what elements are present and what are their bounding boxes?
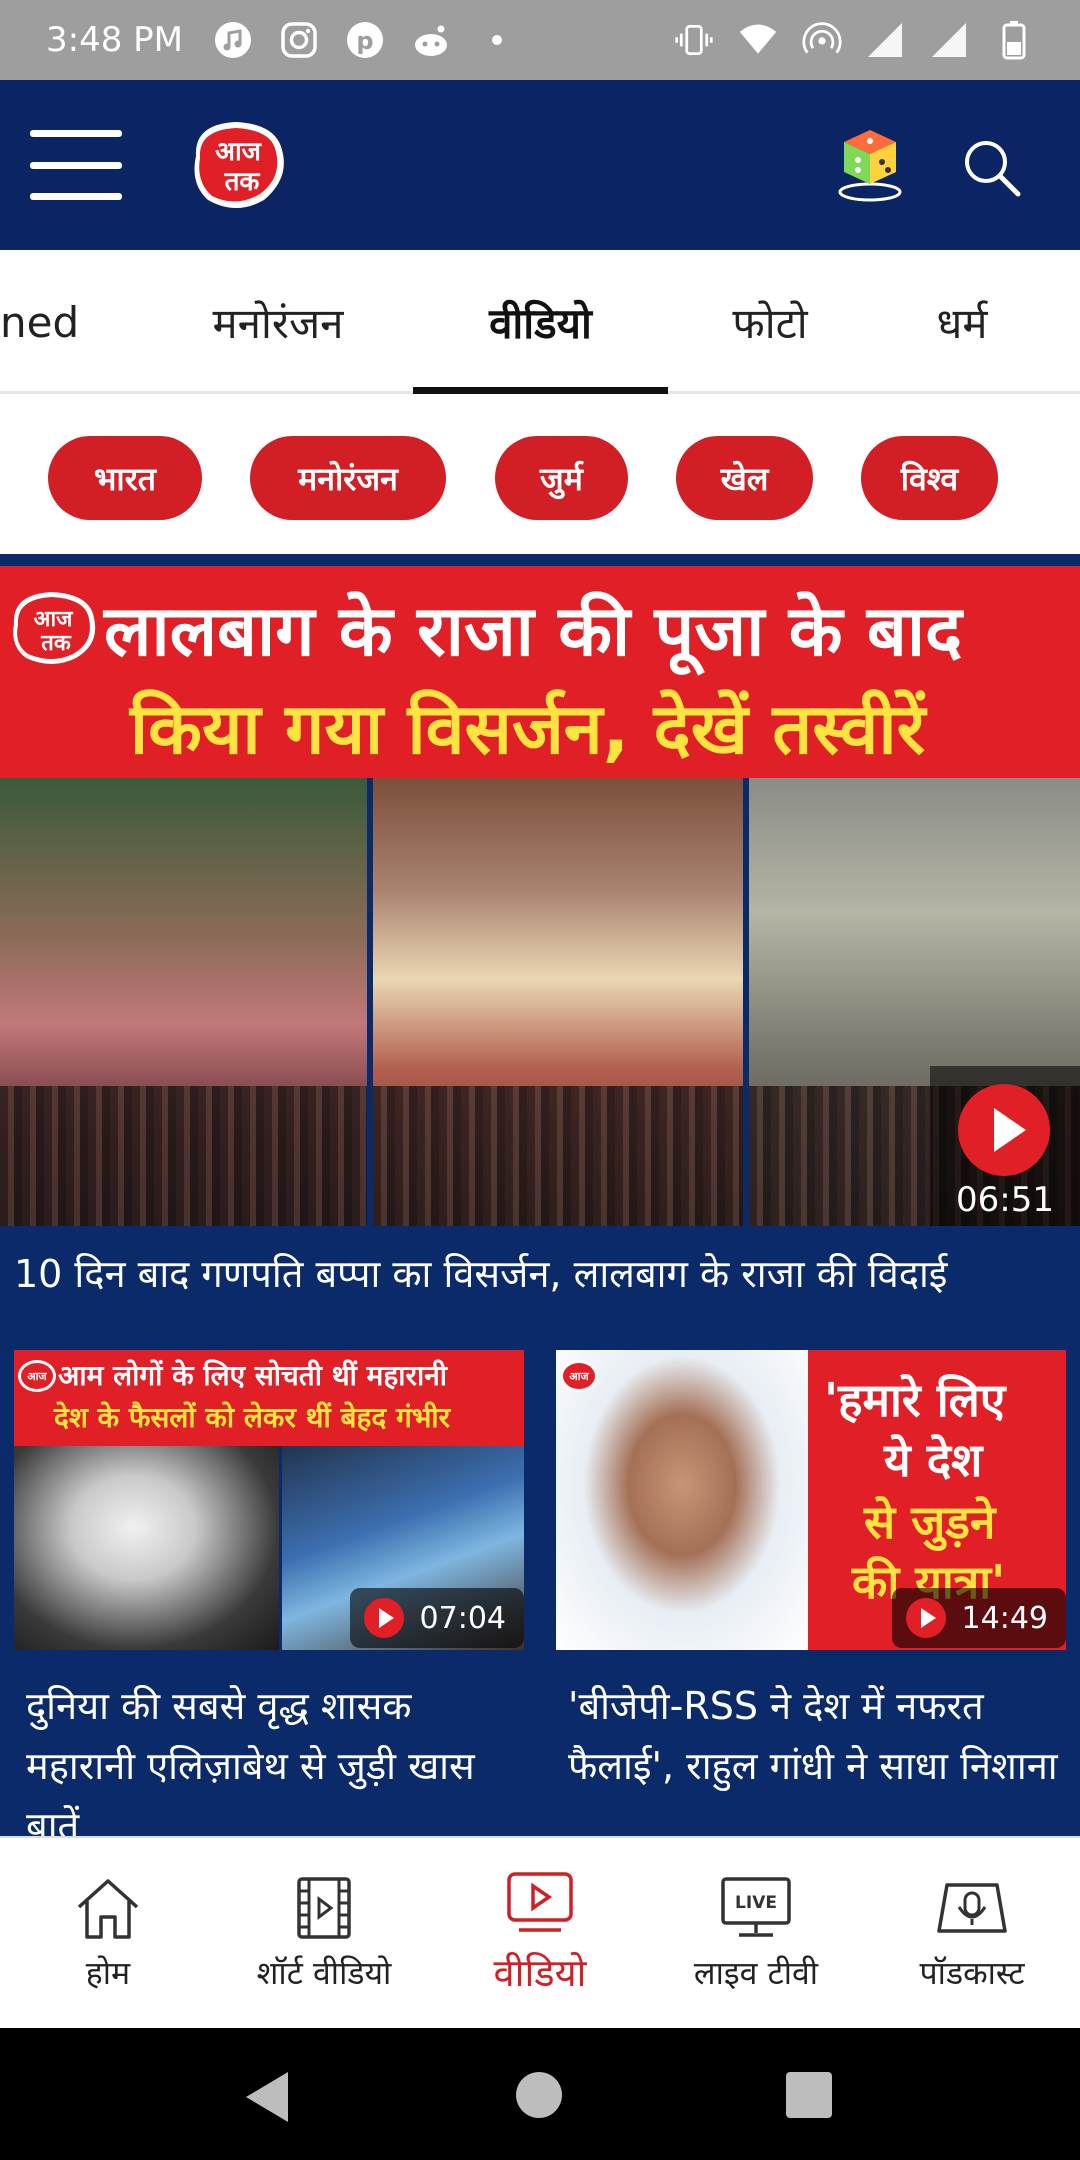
nav-podcast-label: पॉडकास्ट	[919, 1953, 1025, 1992]
status-bar: 3:48 PM p	[0, 0, 1080, 80]
wifi-icon	[738, 20, 778, 60]
aajtak-logo-mini: आज	[558, 1358, 600, 1394]
live-tv-icon: LIVE	[721, 1876, 791, 1937]
duration-badge: 07:04	[349, 1588, 524, 1648]
nav-live-tv[interactable]: LIVE लाइव टीवी	[648, 1838, 864, 2030]
aajtak-logo-small: आज तक	[6, 588, 102, 666]
svg-text:आज: आज	[215, 137, 263, 167]
tab-entertainment[interactable]: मनोरंजन	[190, 250, 366, 394]
video-title[interactable]: 'बीजेपी-RSS ने देश में नफरत फैलाई', राहु…	[568, 1676, 1064, 1796]
feature-duration: 06:51	[956, 1180, 1054, 1220]
featured-video[interactable]: आज तक लालबाग के राजा की पूजा के बाद किया…	[0, 566, 1080, 1226]
video-thumbnail[interactable]: आज आम लोगों के लिए सोचती थीं महारानी देश…	[14, 1350, 524, 1650]
chip-sports[interactable]: खेल	[676, 436, 813, 520]
thumb-headline-1: आम लोगों के लिए सोचती थीं महारानी	[58, 1359, 448, 1392]
chip-india[interactable]: भारत	[48, 436, 202, 520]
chip-world[interactable]: विश्व	[861, 436, 998, 520]
tab-religion[interactable]: धर्म	[920, 250, 1004, 394]
thumb-quote-3: से जुड़ने	[864, 1495, 996, 1549]
speaker-photo	[556, 1350, 808, 1650]
bottom-navigation: होम शॉर्ट वीडियो वीडियो LIVE लाइव टीवी प…	[0, 1836, 1080, 2028]
feature-banner: आज तक लालबाग के राजा की पूजा के बाद किया…	[0, 566, 1080, 778]
thumb-quote-1: 'हमारे लिए	[824, 1373, 1006, 1427]
video-card[interactable]: आज 'हमारे लिए ये देश से जुड़ने की यात्रा…	[556, 1350, 1066, 1830]
duration-text: 07:04	[419, 1600, 506, 1636]
status-time: 3:48 PM	[46, 20, 183, 60]
nav-home-label: होम	[85, 1953, 131, 1992]
play-icon	[363, 1598, 404, 1638]
category-tabs: ned मनोरंजन वीडियो फोटो धर्म	[0, 250, 1080, 394]
subcategory-chips: भारत मनोरंजन जुर्म खेल विश्व	[0, 394, 1080, 554]
nav-live-tv-label: लाइव टीवी	[693, 1953, 819, 1992]
feature-photo-2	[373, 778, 743, 1226]
home-icon	[77, 1878, 139, 1939]
podcast-icon	[937, 1882, 1007, 1933]
recents-icon[interactable]	[786, 2072, 832, 2118]
nav-home[interactable]: होम	[0, 1838, 216, 2030]
system-navigation-bar	[0, 2028, 1080, 2160]
queen-photo-bw	[14, 1446, 279, 1650]
feature-caption[interactable]: 10 दिन बाद गणपति बप्पा का विसर्जन, लालबा…	[14, 1250, 1074, 1299]
short-video-icon	[297, 1876, 351, 1939]
play-icon	[905, 1598, 946, 1638]
home-button-icon[interactable]	[516, 2072, 562, 2118]
thumb-quote-2: ये देश	[884, 1433, 983, 1487]
nav-podcast[interactable]: पॉडकास्ट	[864, 1838, 1080, 2030]
play-icon[interactable]	[958, 1084, 1050, 1176]
signal-2-icon	[930, 20, 970, 60]
chip-crime[interactable]: जुर्म	[495, 436, 628, 520]
dot-icon	[477, 20, 517, 60]
tab-photo[interactable]: फोटो	[712, 250, 828, 394]
vibrate-icon	[674, 20, 714, 60]
video-thumbnail[interactable]: आज 'हमारे लिए ये देश से जुड़ने की यात्रा…	[556, 1350, 1066, 1650]
app-header: आज तक	[0, 80, 1080, 250]
aajtak-logo-mini: आज	[16, 1358, 58, 1394]
svg-text:तक: तक	[40, 631, 72, 656]
svg-text:आज: आज	[27, 1370, 47, 1383]
battery-icon	[994, 20, 1034, 60]
search-icon[interactable]	[960, 136, 1022, 198]
thumb-headline-2: देश के फैसलों को लेकर थीं बेहद गंभीर	[54, 1401, 451, 1434]
video-icon	[507, 1872, 573, 1932]
svg-text:आज: आज	[34, 607, 74, 632]
duration-badge: 14:49	[891, 1588, 1066, 1648]
feature-headline-2: किया गया विसर्जन, देखें तस्वीरें	[130, 688, 926, 770]
pinterest-icon: p	[345, 20, 385, 60]
back-icon[interactable]	[240, 2068, 292, 2126]
duration-text: 14:49	[961, 1600, 1048, 1636]
music-icon	[213, 20, 253, 60]
tab-video[interactable]: वीडियो	[413, 250, 668, 394]
chip-entertainment[interactable]: मनोरंजन	[250, 436, 446, 520]
svg-text:तक: तक	[224, 167, 261, 197]
tab-partial[interactable]: ned	[0, 250, 110, 394]
signal-icon	[866, 20, 906, 60]
feature-headline-1: लालबाग के राजा की पूजा के बाद	[104, 590, 963, 672]
video-card[interactable]: आज आम लोगों के लिए सोचती थीं महारानी देश…	[14, 1350, 524, 1848]
hotspot-icon	[802, 20, 842, 60]
nav-short-video-label: शॉर्ट वीडियो	[256, 1953, 392, 1992]
feature-play-overlay[interactable]: 06:51	[930, 1066, 1080, 1226]
reddit-icon	[411, 20, 451, 60]
menu-icon[interactable]	[30, 130, 122, 200]
svg-text:p: p	[356, 27, 373, 55]
video-title[interactable]: दुनिया की सबसे वृद्ध शासक महारानी एलिज़ा…	[26, 1676, 522, 1856]
aajtak-logo[interactable]: आज तक	[186, 116, 292, 214]
instagram-icon	[279, 20, 319, 60]
nav-video[interactable]: वीडियो	[432, 1838, 648, 2030]
nav-short-video[interactable]: शॉर्ट वीडियो	[216, 1838, 432, 2030]
svg-text:आज: आज	[569, 1370, 589, 1383]
games-dice-icon[interactable]	[830, 118, 910, 204]
live-badge: LIVE	[735, 1893, 777, 1913]
feature-photo-1	[0, 778, 367, 1226]
nav-video-label: वीडियो	[493, 1951, 587, 1995]
